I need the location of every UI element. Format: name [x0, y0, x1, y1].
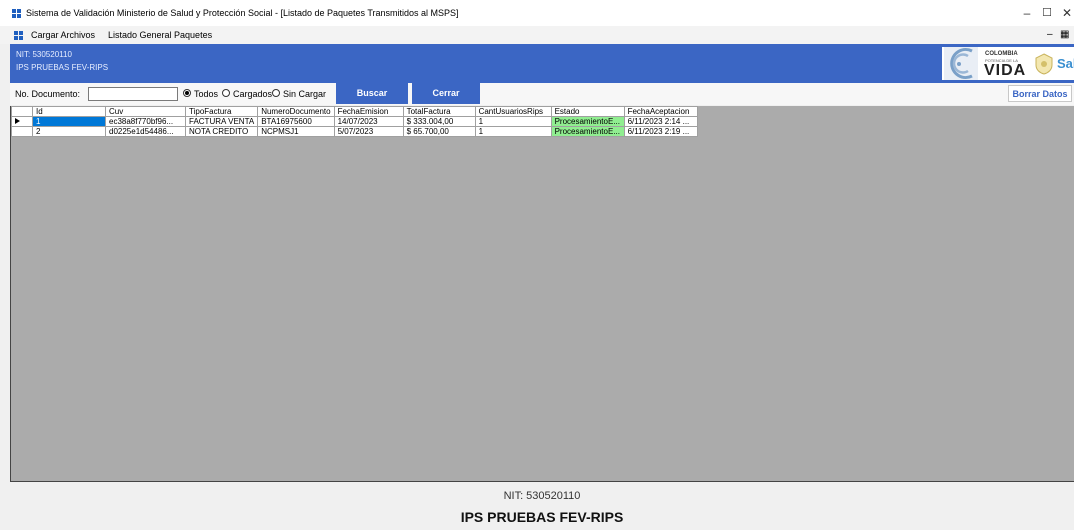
logo-vida: VIDA: [984, 62, 1027, 79]
header-ips: IPS PRUEBAS FEV-RIPS: [16, 63, 109, 72]
table-cell[interactable]: 2: [32, 126, 106, 137]
salud-emblem-icon: [1035, 53, 1053, 75]
table-header-row: Id Cuv TipoFactura NumeroDocumento Fecha…: [11, 106, 698, 117]
footer-ips: IPS PRUEBAS FEV-RIPS: [460, 509, 624, 525]
buscar-button[interactable]: Buscar: [336, 83, 408, 104]
header-banner: NIT: 530520110 IPS PRUEBAS FEV-RIPS COLO…: [10, 44, 1074, 83]
column-header[interactable]: Cuv: [105, 106, 186, 117]
table-cell[interactable]: 5/07/2023: [333, 126, 404, 137]
column-header[interactable]: NumeroDocumento: [257, 106, 335, 117]
column-header[interactable]: FechaAceptacion: [623, 106, 698, 117]
radio-cargados[interactable]: [222, 89, 230, 97]
table-cell[interactable]: 14/07/2023: [333, 116, 404, 127]
colombia-vida-logo: COLOMBIA POTENCIA DE LA VIDA Salu: [942, 47, 1074, 80]
radio-todos-label[interactable]: Todos: [194, 89, 218, 99]
table-cell[interactable]: $ 333.004,00: [402, 116, 476, 127]
table-cell[interactable]: 1: [32, 116, 106, 127]
table-cell[interactable]: $ 65.700,00: [402, 126, 476, 137]
radio-sin-cargar-label[interactable]: Sin Cargar: [283, 89, 326, 99]
data-grid: Id Cuv TipoFactura NumeroDocumento Fecha…: [10, 106, 1074, 482]
column-header[interactable]: Estado: [550, 106, 625, 117]
logo-salud: Salu: [1057, 56, 1074, 71]
radio-cargados-label[interactable]: Cargados: [233, 89, 272, 99]
window-titlebar: Sistema de Validación Ministerio de Salu…: [0, 0, 1074, 26]
header-nit: NIT: 530520110: [16, 50, 72, 59]
mdi-minimize-icon[interactable]: –: [1047, 29, 1053, 40]
row-header[interactable]: [11, 126, 33, 137]
packages-table: Id Cuv TipoFactura NumeroDocumento Fecha…: [11, 106, 698, 137]
window-title: Sistema de Validación Ministerio de Salu…: [26, 8, 459, 18]
table-cell[interactable]: 1: [474, 116, 552, 127]
table-cell[interactable]: 6/11/2023 2:14 ...: [623, 116, 698, 127]
column-header[interactable]: CantUsuariosRips: [474, 106, 552, 117]
column-header[interactable]: TipoFactura: [184, 106, 259, 117]
table-cell[interactable]: BTA16975600: [257, 116, 335, 127]
mdi-restore-icon[interactable]: ▦: [1060, 29, 1069, 40]
menu-cargar-archivos[interactable]: Cargar Archivos: [31, 30, 95, 40]
table-cell[interactable]: ec38a8f770bf96...: [105, 116, 186, 127]
table-cell[interactable]: d0225e1d54486...: [105, 126, 186, 137]
status-cell[interactable]: ProcesamientoE...: [550, 116, 625, 127]
column-header[interactable]: Id: [32, 106, 106, 117]
filter-bar: No. Documento: Todos Cargados Sin Cargar…: [10, 83, 1074, 105]
column-header[interactable]: TotalFactura: [402, 106, 476, 117]
menu-bar: Cargar Archivos Listado General Paquetes…: [0, 26, 1074, 44]
radio-todos[interactable]: [183, 89, 191, 97]
app-icon: [12, 9, 21, 18]
maximize-icon[interactable]: ☐: [1037, 5, 1057, 21]
table-cell[interactable]: NOTA CREDITO: [184, 126, 259, 137]
table-row[interactable]: 2 d0225e1d54486... NOTA CREDITO NCPMSJ1 …: [11, 126, 698, 137]
column-header[interactable]: FechaEmision: [333, 106, 404, 117]
footer: NIT: 530520110 IPS PRUEBAS FEV-RIPS: [10, 483, 1074, 530]
doc-label: No. Documento:: [15, 89, 81, 99]
table-cell[interactable]: NCPMSJ1: [257, 126, 335, 137]
mdi-child-icon: [14, 31, 23, 40]
cerrar-button[interactable]: Cerrar: [412, 83, 480, 104]
table-cell[interactable]: FACTURA VENTA: [184, 116, 259, 127]
logo-colombia: COLOMBIA: [985, 51, 1018, 57]
borrar-datos-button[interactable]: Borrar Datos: [1008, 85, 1072, 102]
table-row[interactable]: 1 ec38a8f770bf96... FACTURA VENTA BTA169…: [11, 116, 698, 127]
row-header-corner: [11, 106, 33, 117]
table-cell[interactable]: 1: [474, 126, 552, 137]
minimize-icon[interactable]: –: [1017, 5, 1037, 21]
row-selector-arrow-icon[interactable]: [11, 116, 33, 127]
close-icon[interactable]: ✕: [1057, 5, 1074, 21]
status-cell[interactable]: ProcesamientoE...: [550, 126, 625, 137]
colombia-wave-icon: [944, 47, 978, 80]
menu-listado-general[interactable]: Listado General Paquetes: [108, 30, 212, 40]
radio-sin-cargar[interactable]: [272, 89, 280, 97]
footer-nit: NIT: 530520110: [503, 490, 581, 502]
table-cell[interactable]: 6/11/2023 2:19 ...: [623, 126, 698, 137]
document-input[interactable]: [88, 87, 178, 101]
